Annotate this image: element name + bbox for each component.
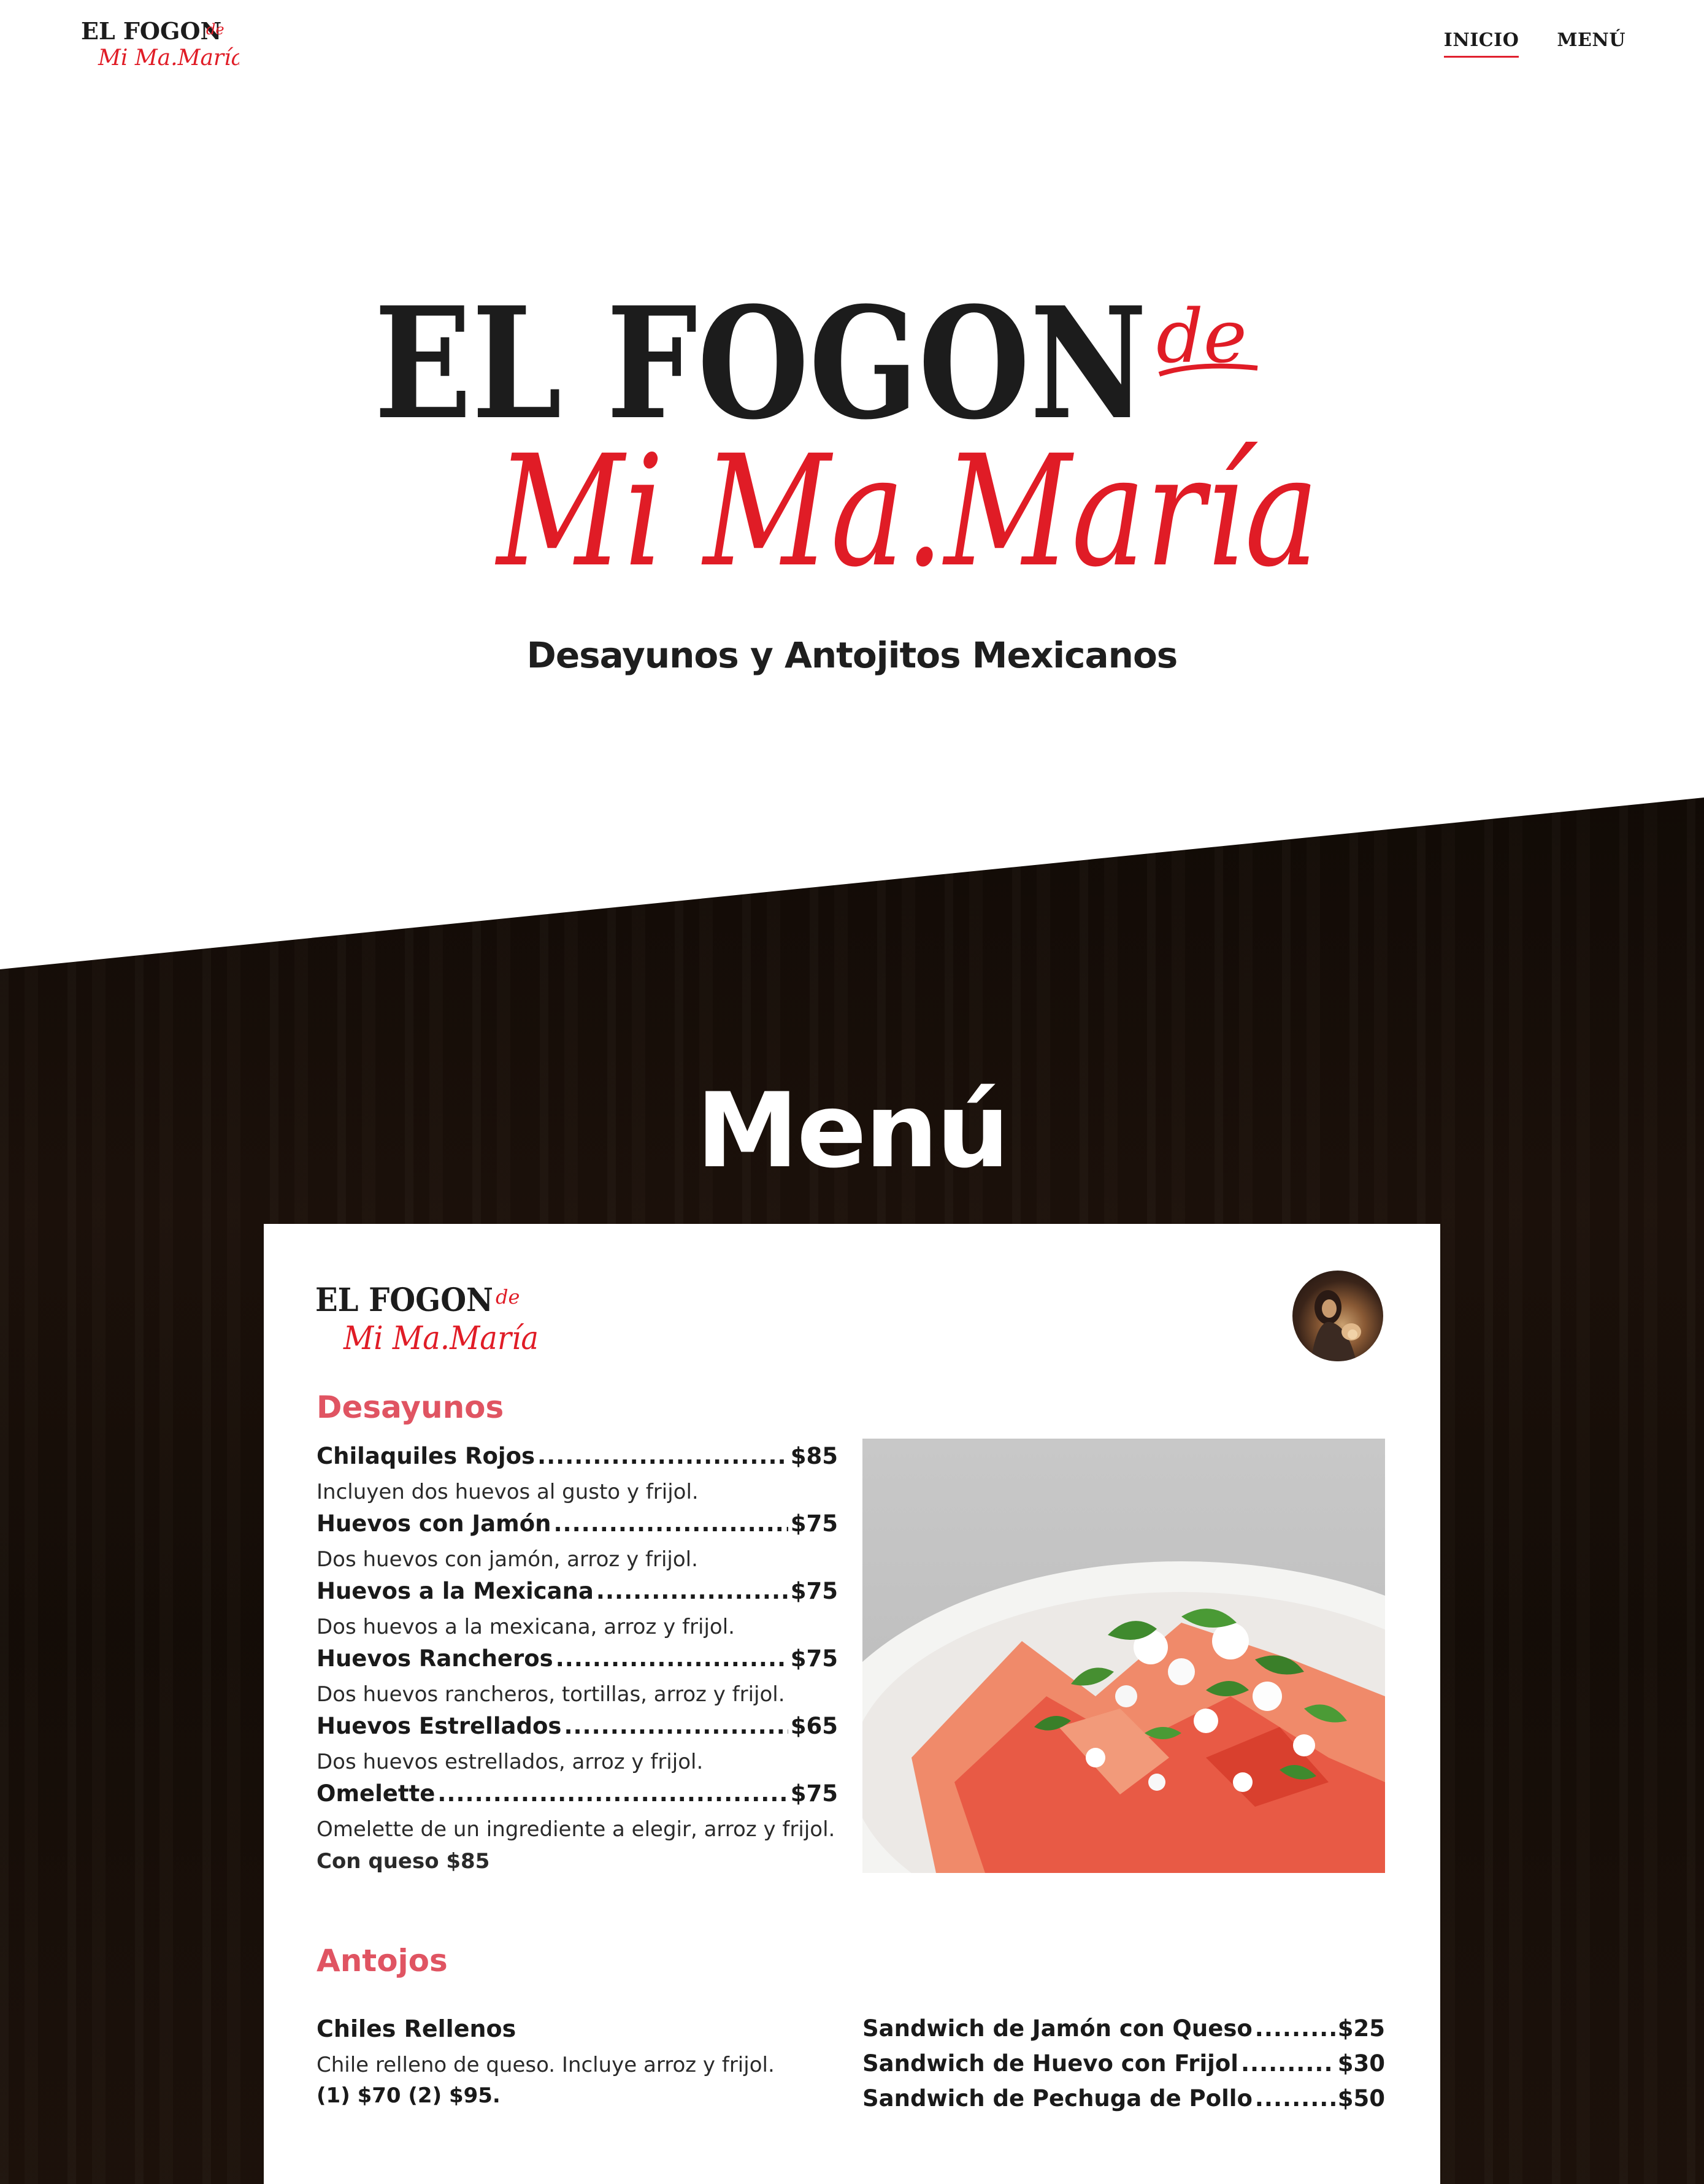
dot-leader [537, 1443, 788, 1469]
antojos-right-column: Sandwich de Jamón con Queso $25 Sandwich… [862, 2015, 1385, 2120]
desayunos-title: Desayunos [317, 1390, 504, 1425]
menu-item-row: Sandwich de Jamón con Queso $25 [862, 2015, 1385, 2050]
item-prices: (1) $70 (2) $95. [317, 2083, 501, 2108]
item-name: Sandwich de Pechuga de Pollo [862, 2085, 1253, 2112]
item-price: $85 [790, 1443, 838, 1469]
item-price: $75 [790, 1578, 838, 1604]
item-name: Huevos a la Mexicana [317, 1578, 594, 1604]
dot-leader [556, 1645, 788, 1672]
hero-logo: EL FOGON de Mi Ma.María [374, 273, 1319, 595]
item-name: Sandwich de Huevo con Frijol [862, 2050, 1238, 2077]
dot-leader [1241, 2050, 1335, 2077]
item-price: $75 [790, 1645, 838, 1672]
item-price: $75 [790, 1510, 838, 1537]
item-desc: Incluyen dos huevos al gusto y frijol. [317, 1480, 699, 1504]
item-desc: Chile relleno de queso. Incluye arroz y … [317, 2053, 775, 2077]
menu-item-row: Sandwich de Huevo con Frijol $30 [862, 2050, 1385, 2085]
item-name: Omelette [317, 1780, 436, 1807]
menu-item-row: Chilaquiles Rojos $85 [317, 1443, 838, 1476]
card-logo-line2: Mi Ma.María [343, 1320, 539, 1355]
antojos-title: Antojos [317, 1943, 448, 1978]
virgin-mary-avatar-icon [1292, 1271, 1383, 1361]
item-name: Huevos Estrellados [317, 1713, 562, 1739]
menu-item-row: Huevos a la Mexicana $75 [317, 1578, 838, 1611]
hero-logo-line2: Mi Ma.María [495, 422, 1319, 595]
menu-item-row: Huevos Rancheros $75 [317, 1645, 838, 1678]
item-price: $25 [1337, 2015, 1385, 2042]
card-logo: EL FOGON de Mi Ma.María [315, 1282, 539, 1355]
dot-leader [553, 1510, 788, 1537]
nav-menu-link[interactable]: MENÚ [1557, 29, 1625, 58]
chilaquiles-photo-icon [862, 1439, 1385, 1873]
dot-leader [1255, 2015, 1335, 2042]
item-desc: Dos huevos con jamón, arroz y frijol. [317, 1547, 698, 1572]
menu-item-row: Omelette $75 [317, 1780, 838, 1813]
item-desc: Dos huevos rancheros, tortillas, arroz y… [317, 1682, 785, 1707]
item-name: Chiles Rellenos [317, 2015, 516, 2042]
menu-item-row: Huevos con Jamón $75 [317, 1510, 838, 1544]
menu-card: EL FOGON de Mi Ma.María Desayunos Chilaq… [264, 1224, 1440, 2184]
logo-line2: Mi Ma.María [98, 45, 239, 70]
menu-section-title: Menú [696, 1071, 1010, 1191]
card-logo-de: de [496, 1285, 520, 1309]
nav-links: INICIO MENÚ [1443, 29, 1625, 58]
item-price: $30 [1337, 2050, 1385, 2077]
logo-line1: EL FOGON [81, 17, 221, 45]
antojos-left-column: Chiles Rellenos Chile relleno de queso. … [317, 2015, 801, 2111]
desayunos-list: Chilaquiles Rojos $85 Incluyen dos huevo… [317, 1443, 838, 1880]
item-name: Sandwich de Jamón con Queso [862, 2015, 1253, 2042]
dot-leader [1255, 2085, 1335, 2112]
item-price: $75 [790, 1780, 838, 1807]
item-name: Huevos con Jamón [317, 1510, 551, 1537]
logo-de: de [206, 21, 225, 38]
item-desc-text: Omelette de un ingrediente a elegir, arr… [317, 1817, 835, 1842]
item-name: Chilaquiles Rojos [317, 1443, 535, 1469]
nav-inicio-link[interactable]: INICIO [1443, 29, 1519, 58]
dot-leader [437, 1780, 788, 1807]
item-price: $65 [790, 1713, 838, 1739]
item-price: $50 [1337, 2085, 1385, 2112]
nav-logo[interactable]: EL FOGON de Mi Ma.María [80, 17, 239, 70]
card-logo-line1: EL FOGON [315, 1282, 493, 1319]
menu-item-row: Sandwich de Pechuga de Pollo $50 [862, 2085, 1385, 2120]
item-desc: Dos huevos a la mexicana, arroz y frijol… [317, 1615, 735, 1639]
dot-leader [596, 1578, 788, 1604]
top-nav: EL FOGON de Mi Ma.María INICIO MENÚ [0, 0, 1704, 86]
item-name: Huevos Rancheros [317, 1645, 553, 1672]
item-desc: Omelette de un ingrediente a elegir, arr… [317, 1813, 838, 1877]
item-desc: Dos huevos estrellados, arroz y frijol. [317, 1750, 704, 1774]
dot-leader [564, 1713, 788, 1739]
hero-tagline: Desayunos y Antojitos Mexicanos [526, 634, 1178, 676]
item-desc-bold: Con queso $85 [317, 1849, 490, 1874]
menu-item-row: Huevos Estrellados $65 [317, 1713, 838, 1746]
